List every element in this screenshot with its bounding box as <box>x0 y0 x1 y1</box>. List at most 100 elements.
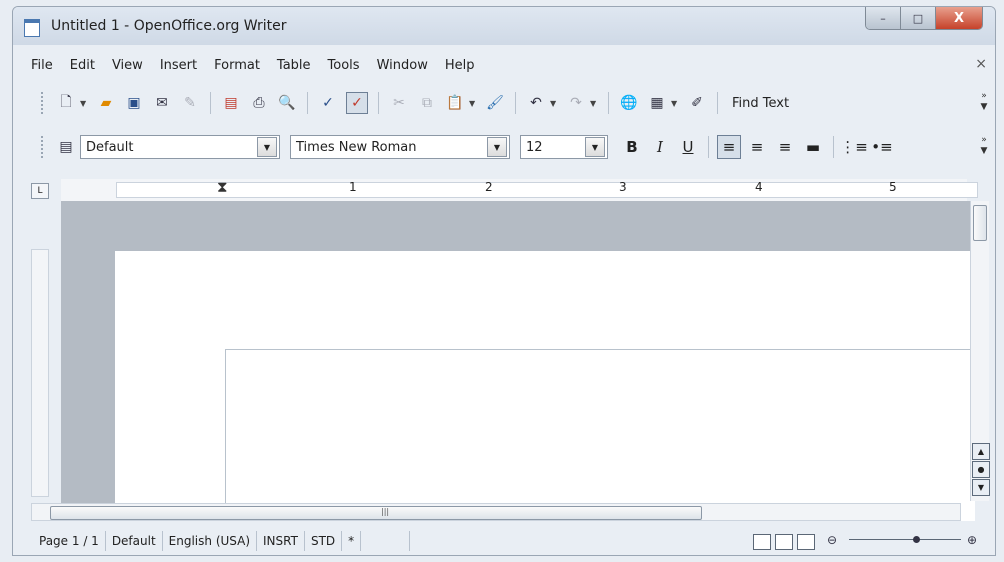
maximize-button[interactable]: □ <box>901 7 936 29</box>
table-icon[interactable]: ▦ <box>647 93 667 113</box>
vertical-scroll-thumb[interactable] <box>973 205 987 241</box>
single-page-view-icon[interactable] <box>753 534 771 550</box>
email-document-icon[interactable]: ✉ <box>152 93 172 113</box>
bold-button[interactable]: B <box>620 135 644 159</box>
open-folder-icon[interactable]: ▰ <box>96 93 116 113</box>
print-icon[interactable]: ⎙ <box>249 93 269 113</box>
multi-page-view-icon[interactable] <box>775 534 793 550</box>
window-title: Untitled 1 - OpenOffice.org Writer <box>51 18 287 34</box>
menu-table[interactable]: Table <box>277 58 311 73</box>
zoom-slider[interactable]: ⊖ ⊕ <box>827 534 977 546</box>
close-document-icon[interactable]: × <box>975 56 987 72</box>
overflow-label: » <box>981 91 987 101</box>
ruler-number: 2 <box>485 180 493 194</box>
indent-marker-icon[interactable]: ⧗ <box>217 178 228 196</box>
status-selection-mode[interactable]: STD <box>305 531 343 551</box>
writer-window: Untitled 1 - OpenOffice.org Writer – □ X… <box>12 6 996 556</box>
status-page-style[interactable]: Default <box>106 531 163 551</box>
paste-icon[interactable]: 📋 <box>445 93 465 113</box>
italic-button[interactable]: I <box>648 135 672 159</box>
undo-icon[interactable]: ↶ <box>526 93 546 113</box>
underline-button[interactable]: U <box>676 135 700 159</box>
align-right-icon[interactable]: ≡ <box>773 135 797 159</box>
menu-tools[interactable]: Tools <box>328 58 360 73</box>
scroll-grip-icon: ||| <box>381 507 390 516</box>
minimize-button[interactable]: – <box>866 7 901 29</box>
toolbar-separator <box>307 92 308 114</box>
ruler-number: 5 <box>889 180 897 194</box>
zoom-out-icon[interactable]: ⊖ <box>827 534 837 546</box>
document-background <box>61 201 975 521</box>
spellcheck-icon[interactable]: ✓ <box>318 93 338 113</box>
paragraph-style-combo[interactable]: Default ▼ <box>80 135 280 159</box>
font-name-value: Times New Roman <box>296 139 417 155</box>
font-size-combo[interactable]: 12 ▼ <box>520 135 608 159</box>
horizontal-scroll-thumb[interactable]: ||| <box>50 506 702 520</box>
status-page[interactable]: Page 1 / 1 <box>33 531 106 551</box>
tab-type-icon[interactable]: L <box>31 183 49 199</box>
previous-page-icon[interactable]: ▲ <box>972 443 990 460</box>
toolbar-grip[interactable] <box>41 92 46 114</box>
page-preview-icon[interactable]: 🔍 <box>277 93 297 113</box>
book-view-icon[interactable] <box>797 534 815 550</box>
window-controls: – □ X <box>865 7 983 30</box>
toolbar-grip[interactable] <box>41 136 46 158</box>
status-insert-mode[interactable]: INSRT <box>257 531 305 551</box>
redo-icon[interactable]: ↷ <box>566 93 586 113</box>
new-dropdown-icon[interactable]: ▼ <box>80 99 88 108</box>
redo-dropdown-icon[interactable]: ▼ <box>590 99 598 108</box>
vertical-scrollbar[interactable]: ▲ ● ▼ <box>970 201 990 501</box>
menu-format[interactable]: Format <box>214 58 260 73</box>
hyperlink-icon[interactable]: 🌐 <box>619 93 639 113</box>
paste-dropdown-icon[interactable]: ▼ <box>469 99 477 108</box>
justify-icon[interactable]: ▬ <box>801 135 825 159</box>
font-name-combo[interactable]: Times New Roman ▼ <box>290 135 510 159</box>
styles-formatting-icon[interactable]: ▤ <box>56 137 76 157</box>
toolbar-overflow-icon[interactable]: » ▼ <box>977 135 991 159</box>
zoom-knob[interactable] <box>913 536 920 543</box>
title-bar[interactable]: Untitled 1 - OpenOffice.org Writer – □ X <box>13 7 995 45</box>
status-language[interactable]: English (USA) <box>163 531 258 551</box>
chevron-down-icon[interactable]: ▼ <box>257 137 277 157</box>
toolbar-overflow-icon[interactable]: » ▼ <box>977 91 991 115</box>
horizontal-scrollbar[interactable]: ||| <box>31 503 961 521</box>
menu-help[interactable]: Help <box>445 58 475 73</box>
export-pdf-icon[interactable]: ▤ <box>221 93 241 113</box>
bullets-icon[interactable]: •≡ <box>870 135 894 159</box>
status-signature[interactable] <box>361 531 411 551</box>
copy-icon[interactable]: ⧉ <box>417 93 437 113</box>
save-icon[interactable]: ▣ <box>124 93 144 113</box>
menu-window[interactable]: Window <box>377 58 428 73</box>
edit-file-icon[interactable]: ✎ <box>180 93 200 113</box>
horizontal-ruler[interactable]: ⧗ 1 2 3 4 5 <box>61 178 978 201</box>
format-paintbrush-icon[interactable]: 🖌 <box>485 93 505 113</box>
toolbar-separator <box>210 92 211 114</box>
document-page[interactable] <box>115 251 975 521</box>
zoom-in-icon[interactable]: ⊕ <box>967 534 977 546</box>
chevron-down-icon[interactable]: ▼ <box>585 137 605 157</box>
cut-icon[interactable]: ✂ <box>389 93 409 113</box>
numbering-icon[interactable]: ⋮≡ <box>840 135 868 159</box>
menu-insert[interactable]: Insert <box>160 58 197 73</box>
align-center-icon[interactable]: ≡ <box>745 135 769 159</box>
toolbar-separator <box>708 136 709 158</box>
text-boundary[interactable] <box>225 349 975 521</box>
vertical-ruler[interactable] <box>31 249 49 497</box>
undo-dropdown-icon[interactable]: ▼ <box>550 99 558 108</box>
autospellcheck-icon[interactable]: ✓ <box>346 92 368 114</box>
show-draw-functions-icon[interactable]: ✐ <box>687 93 707 113</box>
menu-edit[interactable]: Edit <box>70 58 95 73</box>
close-button[interactable]: X <box>936 7 982 29</box>
find-text-field[interactable]: Find Text <box>732 96 789 111</box>
chevron-down-icon[interactable]: ▼ <box>487 137 507 157</box>
status-bar: Page 1 / 1 Default English (USA) INSRT S… <box>13 527 995 555</box>
navigation-icon[interactable]: ● <box>972 461 990 478</box>
new-document-icon[interactable]: 🗋 <box>56 93 76 113</box>
toolbar-separator <box>717 92 718 114</box>
table-dropdown-icon[interactable]: ▼ <box>671 99 679 108</box>
menu-file[interactable]: File <box>31 58 53 73</box>
menu-view[interactable]: View <box>112 58 143 73</box>
next-page-icon[interactable]: ▼ <box>972 479 990 496</box>
status-modified[interactable]: * <box>342 531 362 551</box>
align-left-icon[interactable]: ≡ <box>717 135 741 159</box>
